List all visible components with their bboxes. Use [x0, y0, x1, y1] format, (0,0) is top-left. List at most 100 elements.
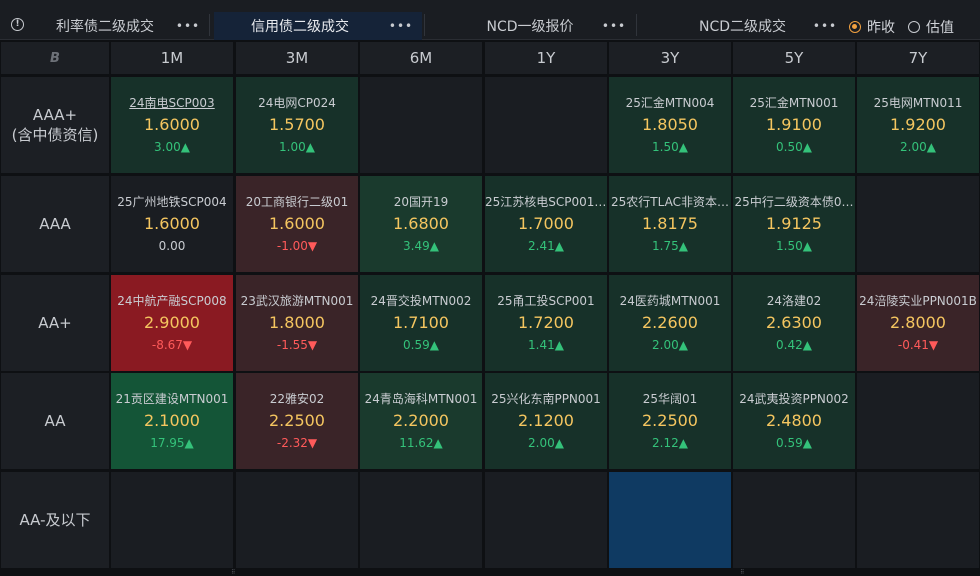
bond-cell[interactable]: 25中行二级资本债0…1.91251.50▲	[733, 176, 855, 272]
column-header-1y[interactable]: 1Y	[485, 42, 607, 74]
radio-selected-icon	[849, 21, 861, 33]
bond-name[interactable]: 24南电SCP003	[129, 94, 214, 112]
bond-yield: 1.6000	[144, 211, 200, 237]
radio-prev-close[interactable]: 昨收	[849, 17, 895, 37]
rating-label: AAA+	[33, 105, 77, 125]
bond-name: 24医药城MTN001	[620, 292, 721, 310]
tab-label: NCD二级成交	[699, 16, 786, 36]
column-header-3y[interactable]: 3Y	[609, 42, 731, 74]
rating-label: AA+	[38, 313, 72, 333]
column-header-7y[interactable]: 7Y	[857, 42, 979, 74]
yield-change: 3.49▲	[403, 237, 439, 255]
empty-cell[interactable]	[485, 77, 607, 173]
empty-cell[interactable]	[857, 176, 979, 272]
column-header-3m[interactable]: 3M	[236, 42, 358, 74]
yield-change: 0.59▲	[776, 434, 812, 452]
resize-handle-icon[interactable]: ⠿	[231, 569, 239, 574]
tab-label: 利率债二级成交	[56, 16, 154, 36]
bond-yield: 1.7000	[518, 211, 574, 237]
bond-cell[interactable]: 24青岛海科MTN0012.200011.62▲	[360, 373, 482, 469]
column-header-5y[interactable]: 5Y	[733, 42, 855, 74]
tab-ncd-primary-quote[interactable]: NCD一级报价	[460, 12, 600, 40]
bond-cell[interactable]: 24中航产融SCP0082.9000-8.67▼	[111, 275, 233, 371]
more-options-icon[interactable]: •••	[391, 12, 411, 40]
row-header-rating: AA+	[1, 275, 109, 371]
bond-cell[interactable]: 25电网MTN0111.92002.00▲	[857, 77, 979, 173]
bond-cell[interactable]: 23武汉旅游MTN0011.8000-1.55▼	[236, 275, 358, 371]
bond-name: 22雅安02	[270, 390, 325, 408]
tab-ncd-secondary[interactable]: NCD二级成交	[680, 12, 805, 40]
bond-name: 20工商银行二级01	[246, 193, 349, 211]
tab-rate-bond-secondary[interactable]: 利率债二级成交	[40, 12, 170, 40]
bond-cell[interactable]: 24涪陵实业PPN001B2.8000-0.41▼	[857, 275, 979, 371]
bond-name: 24涪陵实业PPN001B	[859, 292, 977, 310]
bond-cell[interactable]: 25广州地铁SCP0041.60000.00	[111, 176, 233, 272]
bond-yield: 2.2500	[642, 408, 698, 434]
yield-change: 0.59▲	[403, 336, 439, 354]
column-header-1m[interactable]: 1M	[111, 42, 233, 74]
radio-unselected-icon	[908, 21, 920, 33]
info-icon[interactable]: !	[11, 18, 24, 31]
bond-cell[interactable]: 25汇金MTN0041.80501.50▲	[609, 77, 731, 173]
bond-cell[interactable]: 25江苏核电SCP001(…1.70002.41▲	[485, 176, 607, 272]
empty-cell[interactable]	[360, 472, 482, 568]
tab-label: NCD一级报价	[486, 16, 573, 36]
bond-name: 25汇金MTN001	[750, 94, 839, 112]
empty-cell[interactable]	[733, 472, 855, 568]
bond-cell[interactable]: 25甬工投SCP0011.72001.41▲	[485, 275, 607, 371]
bond-cell[interactable]: 24南电SCP0031.60003.00▲	[111, 77, 233, 173]
bond-name: 24洛建02	[767, 292, 822, 310]
bond-yield: 1.6000	[269, 211, 325, 237]
bond-yield: 2.2500	[269, 408, 325, 434]
bond-cell[interactable]: 25华阔012.25002.12▲	[609, 373, 731, 469]
bond-yield: 2.8000	[890, 310, 946, 336]
empty-cell[interactable]	[485, 472, 607, 568]
bond-cell[interactable]: 20国开191.68003.49▲	[360, 176, 482, 272]
bond-yield: 2.1200	[518, 408, 574, 434]
yield-change: 1.41▲	[528, 336, 564, 354]
bond-cell[interactable]: 24洛建022.63000.42▲	[733, 275, 855, 371]
empty-cell[interactable]	[857, 472, 979, 568]
bond-yield: 1.6800	[393, 211, 449, 237]
bond-yield: 1.6000	[144, 112, 200, 138]
radio-valuation[interactable]: 估值	[908, 17, 954, 37]
bond-logo-icon: B	[50, 51, 60, 66]
resize-handle-icon[interactable]: ⠿	[740, 569, 748, 574]
bond-cell[interactable]: 25农行TLAC非资本…1.81751.75▲	[609, 176, 731, 272]
bond-cell[interactable]: 24电网CP0241.57001.00▲	[236, 77, 358, 173]
more-options-icon[interactable]: •••	[604, 12, 624, 40]
yield-change: 2.00▲	[652, 336, 688, 354]
empty-cell[interactable]	[111, 472, 233, 568]
bond-cell[interactable]: 24晋交投MTN0021.71000.59▲	[360, 275, 482, 371]
radio-label: 昨收	[867, 17, 895, 37]
bond-name: 25甬工投SCP001	[497, 292, 594, 310]
more-options-icon[interactable]: •••	[178, 12, 198, 40]
bond-name: 24晋交投MTN002	[371, 292, 472, 310]
column-header-6m[interactable]: 6M	[360, 42, 482, 74]
empty-cell[interactable]	[857, 373, 979, 469]
bond-cell[interactable]: 20工商银行二级011.6000-1.00▼	[236, 176, 358, 272]
bond-name: 21贡区建设MTN001	[116, 390, 229, 408]
rating-label: AA	[45, 411, 66, 431]
empty-cell[interactable]	[236, 472, 358, 568]
yield-change: 1.50▲	[652, 138, 688, 156]
corner-cell[interactable]: B	[1, 42, 109, 74]
yield-change: -8.67▼	[152, 336, 192, 354]
bond-name: 25汇金MTN004	[626, 94, 715, 112]
top-tab-bar: ! 利率债二级成交 ••• 信用债二级成交 ••• NCD一级报价 ••• NC…	[0, 0, 980, 40]
bond-cell[interactable]: 25兴化东南PPN0012.12002.00▲	[485, 373, 607, 469]
yield-change: -0.41▼	[898, 336, 938, 354]
bond-yield: 1.7200	[518, 310, 574, 336]
bond-cell[interactable]: 25汇金MTN0011.91000.50▲	[733, 77, 855, 173]
bond-cell[interactable]: 24武夷投资PPN0022.48000.59▲	[733, 373, 855, 469]
bond-yield: 2.6300	[766, 310, 822, 336]
bond-cell[interactable]: 24医药城MTN0012.26002.00▲	[609, 275, 731, 371]
bond-name: 25兴化东南PPN001	[491, 390, 601, 408]
tab-divider	[209, 14, 210, 36]
bond-name: 24中航产融SCP008	[117, 292, 226, 310]
empty-cell[interactable]	[360, 77, 482, 173]
empty-cell[interactable]	[609, 472, 731, 568]
bond-cell[interactable]: 21贡区建设MTN0012.100017.95▲	[111, 373, 233, 469]
more-options-icon[interactable]: •••	[815, 12, 835, 40]
bond-cell[interactable]: 22雅安022.2500-2.32▼	[236, 373, 358, 469]
